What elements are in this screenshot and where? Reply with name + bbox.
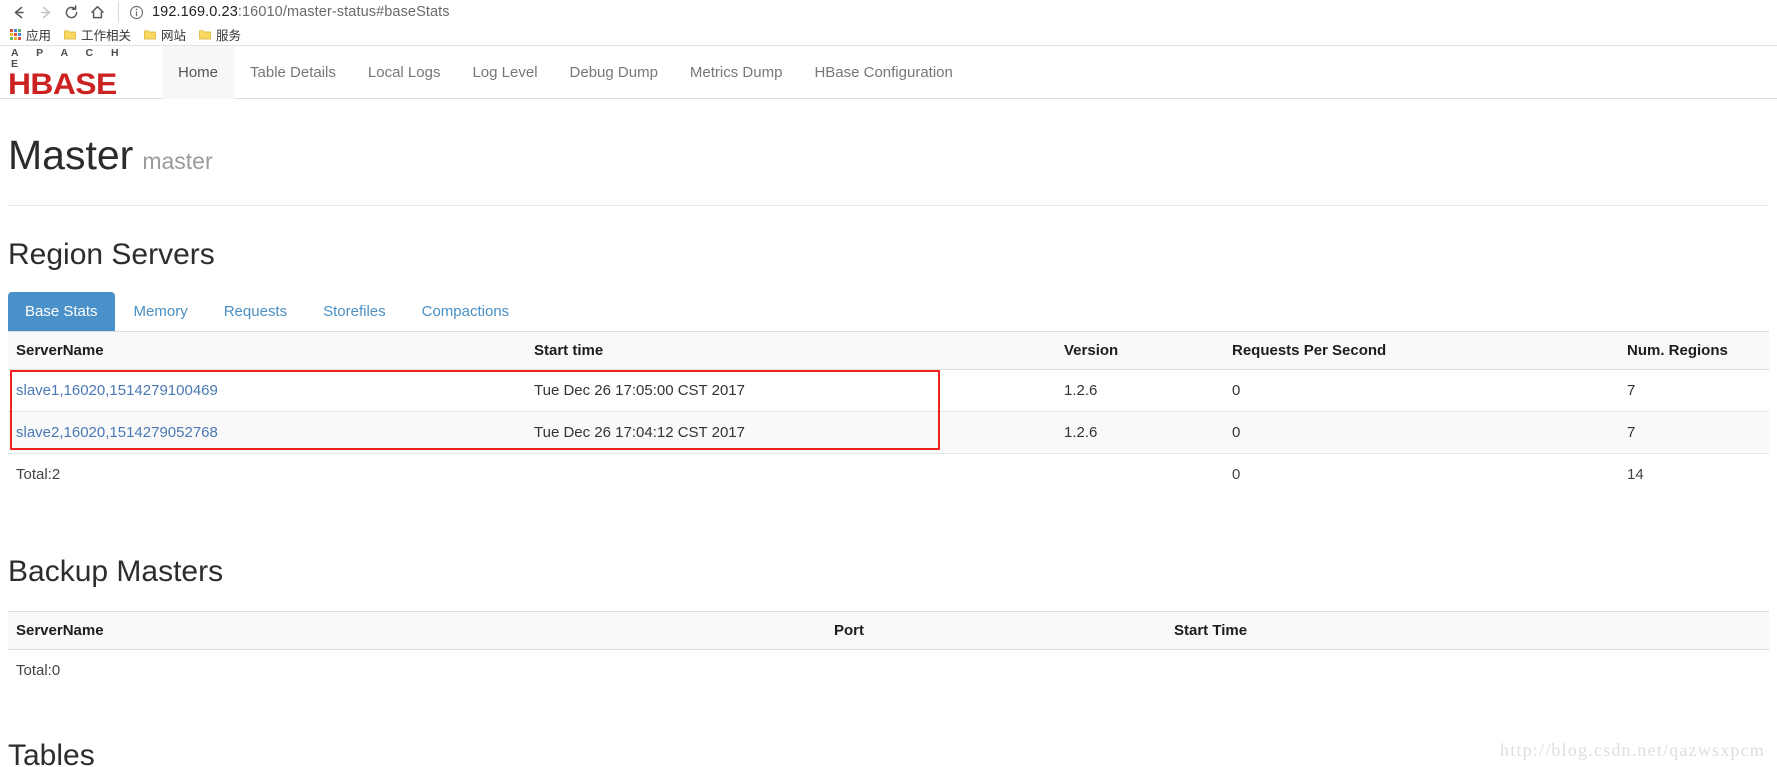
column-header-start-time: Start time: [526, 331, 1056, 370]
nav-item-hbase-configuration[interactable]: HBase Configuration: [798, 46, 968, 99]
backup-masters-table: ServerName Port Start Time Total:0: [8, 611, 1769, 691]
address-bar-url: 192.169.0.23:16010/master-status#baseSta…: [152, 4, 450, 20]
region-servers-heading: Region Servers: [8, 238, 215, 271]
back-button[interactable]: [6, 1, 32, 23]
main-nav: Home Table Details Local Logs Log Level …: [162, 45, 969, 99]
cell-version: 1.2.6: [1056, 411, 1224, 454]
cell-total-requests-per-second: 0: [1224, 453, 1619, 495]
table-total-row: Total:2 0 14: [8, 453, 1769, 495]
column-header-num-regions: Num. Regions: [1619, 331, 1769, 370]
hbase-logo[interactable]: A P A C H E HBASE: [8, 46, 144, 99]
bookmark-folder-work[interactable]: 工作相关: [60, 24, 138, 45]
column-header-port: Port: [826, 611, 1166, 650]
table-row: slave2,16020,1514279052768 Tue Dec 26 17…: [8, 411, 1769, 454]
cell-total-version: [1056, 453, 1224, 495]
home-button[interactable]: [84, 1, 110, 23]
cell-servername: slave2,16020,1514279052768: [8, 411, 526, 454]
bookmark-apps[interactable]: 应用: [6, 24, 58, 45]
nav-item-debug-dump[interactable]: Debug Dump: [554, 46, 674, 99]
server-link[interactable]: slave2,16020,1514279052768: [16, 424, 218, 441]
cell-total-label: Total:0: [8, 649, 826, 691]
cell-start-time: Tue Dec 26 17:05:00 CST 2017: [526, 369, 1056, 412]
cell-version: 1.2.6: [1056, 369, 1224, 412]
page-content: Master master Region Servers Base Stats M…: [0, 99, 1777, 767]
nav-item-metrics-dump[interactable]: Metrics Dump: [674, 46, 799, 99]
column-header-requests-per-second: Requests Per Second: [1224, 331, 1619, 370]
bookmark-folder-sites[interactable]: 网站: [140, 24, 193, 45]
nav-item-home[interactable]: Home: [162, 45, 235, 99]
bookmark-label: 工作相关: [81, 29, 132, 43]
table-total-row: Total:0: [8, 649, 1769, 691]
column-header-servername: ServerName: [8, 331, 526, 370]
logo-hbase-text: HBASE: [8, 67, 117, 101]
watermark-text: http://blog.csdn.net/qazwsxpcm: [1500, 740, 1765, 760]
logo-apache-text: A P A C H E: [11, 46, 127, 70]
cell-total-num-regions: 14: [1619, 453, 1769, 495]
apps-grid-icon: [10, 29, 21, 40]
column-header-version: Version: [1056, 331, 1224, 370]
bookmark-label: 应用: [26, 29, 52, 43]
reload-icon: [63, 4, 80, 21]
bookmarks-bar: 应用 工作相关 网站 服务: [0, 24, 1777, 46]
bookmark-label: 网站: [161, 29, 187, 43]
tab-requests[interactable]: Requests: [207, 292, 304, 331]
tab-base-stats[interactable]: Base Stats: [8, 292, 115, 331]
url-path: :16010/master-status#baseStats: [237, 4, 450, 20]
server-link[interactable]: slave1,16020,1514279100469: [16, 382, 218, 399]
nav-item-table-details[interactable]: Table Details: [234, 46, 352, 99]
hbase-navbar: A P A C H E HBASE Home Table Details Loc…: [0, 45, 1777, 99]
forward-button[interactable]: [32, 1, 58, 23]
cell-total-start-time: [1166, 649, 1769, 691]
table-row: slave1,16020,1514279100469 Tue Dec 26 17…: [8, 369, 1769, 412]
folder-icon: [199, 29, 211, 40]
column-header-servername: ServerName: [8, 611, 826, 650]
page-title: Master: [8, 132, 134, 178]
nav-item-local-logs[interactable]: Local Logs: [352, 46, 457, 99]
home-icon: [89, 4, 106, 21]
bookmark-folder-services[interactable]: 服务: [195, 24, 248, 45]
tab-compactions[interactable]: Compactions: [405, 292, 527, 331]
tab-storefiles[interactable]: Storefiles: [306, 292, 403, 331]
backup-masters-heading: Backup Masters: [8, 555, 224, 588]
reload-button[interactable]: [58, 1, 84, 23]
column-header-start-time: Start Time: [1166, 611, 1769, 650]
region-servers-tabs: Base Stats Memory Requests Storefiles Co…: [8, 292, 1769, 331]
cell-start-time: Tue Dec 26 17:04:12 CST 2017: [526, 411, 1056, 454]
folder-icon: [64, 29, 76, 40]
url-host: 192.169.0.23: [152, 4, 238, 20]
cell-requests-per-second: 0: [1224, 411, 1619, 454]
cell-total-port: [826, 649, 1166, 691]
cell-num-regions: 7: [1619, 369, 1769, 412]
nav-item-log-level[interactable]: Log Level: [456, 46, 553, 99]
page-subtitle: master: [142, 148, 213, 174]
cell-servername: slave1,16020,1514279100469: [8, 369, 526, 412]
table-header-row: ServerName Port Start Time: [8, 611, 1769, 650]
cell-num-regions: 7: [1619, 411, 1769, 454]
browser-toolbar: 192.169.0.23:16010/master-status#baseSta…: [0, 0, 1777, 24]
cell-requests-per-second: 0: [1224, 369, 1619, 412]
region-servers-table-wrap: ServerName Start time Version Requests P…: [8, 331, 1769, 495]
arrow-left-icon: [11, 4, 28, 21]
page-info-icon[interactable]: [129, 5, 144, 20]
cell-total-start-time: [526, 453, 1056, 495]
folder-icon: [144, 29, 156, 40]
arrow-right-icon: [37, 4, 54, 21]
address-bar[interactable]: 192.169.0.23:16010/master-status#baseSta…: [118, 1, 1771, 23]
tab-memory[interactable]: Memory: [117, 292, 205, 331]
bookmark-label: 服务: [216, 29, 242, 43]
page-header: Master master: [8, 99, 1769, 206]
cell-total-label: Total:2: [8, 453, 526, 495]
table-header-row: ServerName Start time Version Requests P…: [8, 331, 1769, 370]
region-servers-table: ServerName Start time Version Requests P…: [8, 331, 1769, 495]
